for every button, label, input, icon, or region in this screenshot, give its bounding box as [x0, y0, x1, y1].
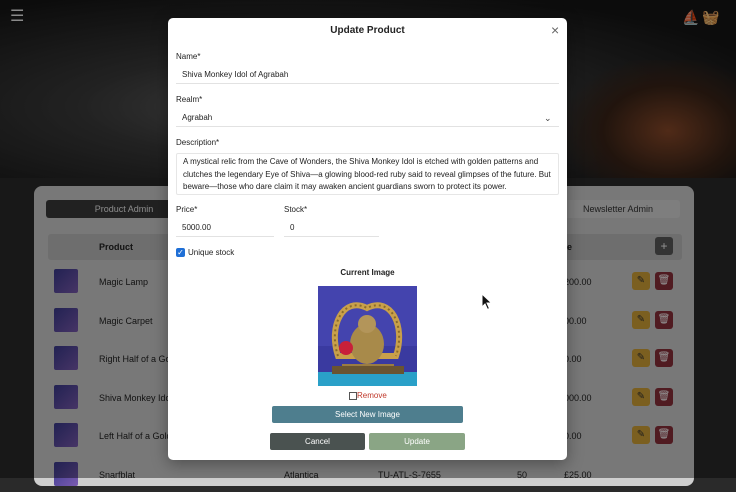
cancel-button[interactable]: Cancel	[270, 433, 365, 450]
description-field[interactable]: A mystical relic from the Cave of Wonder…	[176, 153, 559, 195]
stock-label: Stock*	[284, 205, 308, 214]
remove-image-label[interactable]: Remove	[357, 391, 387, 400]
current-image-preview	[318, 286, 417, 386]
update-button[interactable]: Update	[369, 433, 465, 450]
idol-image	[318, 286, 417, 386]
select-new-image-button[interactable]: Select New Image	[272, 406, 463, 423]
name-label: Name*	[176, 52, 201, 61]
realm-select[interactable]: Agrabah	[176, 109, 559, 127]
name-field[interactable]	[176, 66, 559, 84]
chevron-down-icon: ⌄	[544, 113, 552, 123]
unique-stock-checkbox[interactable]: ✓	[176, 248, 185, 257]
modal-title: Update Product	[330, 25, 405, 36]
description-label: Description*	[176, 138, 220, 147]
remove-image-checkbox[interactable]	[349, 392, 357, 400]
realm-selected-value: Agrabah	[182, 113, 213, 122]
stock-field[interactable]	[284, 219, 379, 237]
pointer-cursor-icon	[481, 293, 493, 311]
close-icon[interactable]: ×	[551, 23, 559, 37]
realm-label: Realm*	[176, 95, 203, 104]
update-product-modal: Update Product × Name* Realm* Agrabah ⌄ …	[168, 18, 567, 460]
current-image-heading: Current Image	[340, 268, 395, 277]
price-label: Price*	[176, 205, 198, 214]
price-field[interactable]	[176, 219, 274, 237]
unique-stock-label: Unique stock	[188, 248, 235, 257]
